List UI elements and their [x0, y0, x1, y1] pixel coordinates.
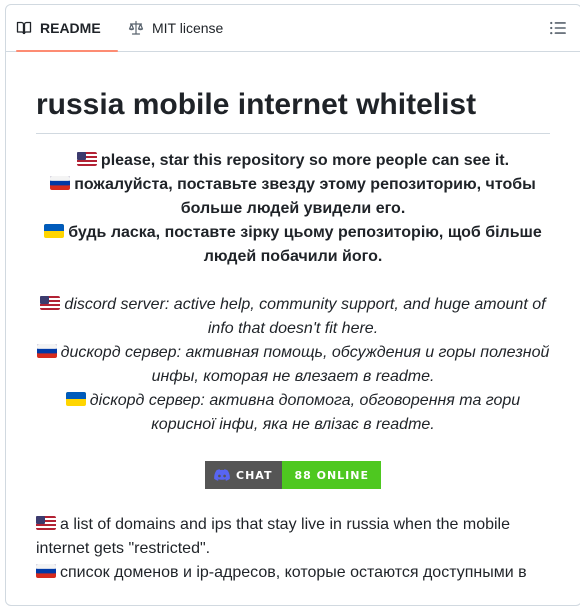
us-flag-icon — [76, 150, 97, 166]
intro-line-ru: список доменов и ip-адресов, которые ост… — [36, 561, 550, 585]
star-line-ru: пожалуйста, поставьте звезду этому репоз… — [36, 173, 550, 221]
outline-menu-button[interactable] — [549, 19, 567, 37]
tab-license[interactable]: MIT license — [128, 5, 223, 51]
badge-value-section: 88 ONLINE — [282, 461, 381, 489]
ukraine-flag-icon — [65, 390, 86, 406]
discord-line-ru: дискорд сервер: активная помощь, обсужде… — [36, 341, 550, 389]
tab-bar: README MIT license — [6, 5, 580, 52]
star-line-ua: будь ласка, поставте зірку цьому репозит… — [36, 221, 550, 269]
discord-chat-badge[interactable]: CHAT 88 ONLINE — [205, 461, 381, 489]
russia-flag-icon — [50, 174, 71, 190]
tab-readme-label: README — [40, 20, 101, 36]
tab-readme[interactable]: README — [16, 5, 118, 52]
page-title: russia mobile internet whitelist — [36, 85, 550, 134]
active-tab-indicator — [16, 50, 118, 52]
readme-panel: README MIT license russia mobile interne… — [5, 4, 580, 606]
star-request: please, star this repository so more peo… — [36, 149, 550, 269]
us-flag-icon — [40, 294, 61, 310]
discord-line-ua: діскорд сервер: активна допомога, обгово… — [36, 389, 550, 437]
intro-text: a list of domains and ips that stay live… — [36, 513, 550, 585]
tab-license-label: MIT license — [152, 20, 224, 36]
list-unordered-icon — [550, 21, 566, 35]
discord-icon — [214, 469, 230, 481]
intro-line-en: a list of domains and ips that stay live… — [36, 514, 511, 557]
discord-line-en: discord server: active help, community s… — [36, 293, 550, 341]
book-icon — [16, 21, 32, 35]
russia-flag-icon — [36, 562, 56, 578]
badge-value: 88 ONLINE — [294, 468, 369, 482]
badge-label-section: CHAT — [205, 461, 283, 489]
star-line-en: please, star this repository so more peo… — [36, 149, 550, 173]
readme-article: russia mobile internet whitelist please,… — [36, 85, 550, 585]
badge-label: CHAT — [236, 468, 273, 482]
us-flag-icon — [36, 514, 56, 530]
ukraine-flag-icon — [44, 222, 65, 238]
discord-info: discord server: active help, community s… — [36, 293, 550, 437]
law-scale-icon — [128, 20, 144, 35]
russia-flag-icon — [36, 342, 57, 358]
badge-container: CHAT 88 ONLINE — [36, 461, 550, 489]
